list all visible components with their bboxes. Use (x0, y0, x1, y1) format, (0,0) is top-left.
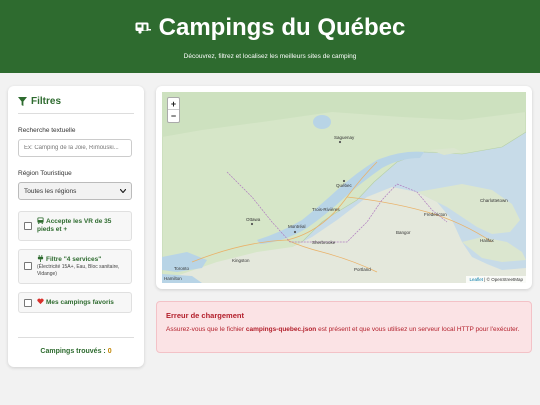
rv-option-label: Accepte les VR de 35 pieds et + (37, 218, 112, 234)
osm-attribution[interactable]: | © OpenStreetMap (484, 277, 523, 282)
error-message-prefix: Assurez-vous que le fichier (166, 326, 246, 333)
caravan-icon (135, 22, 151, 34)
city-label-toronto: Toronto (174, 266, 190, 271)
services-checkbox[interactable] (24, 262, 32, 271)
chevron-down-icon (120, 189, 126, 193)
region-label: Région Touristique (18, 170, 72, 177)
city-label-kingston: Kingston (232, 258, 250, 263)
error-file-name: campings-quebec.json (245, 326, 317, 333)
heart-icon (37, 298, 44, 304)
leaflet-link[interactable]: Leaflet (469, 277, 483, 282)
city-label-hamilton: Hamilton (164, 276, 182, 281)
rv-icon (37, 217, 44, 224)
results-count-value: 0 (107, 348, 112, 355)
zoom-out-button[interactable]: − (168, 110, 179, 122)
city-label-saguenay: Saguenay (334, 135, 355, 140)
filters-title-text: Filtres (31, 96, 62, 107)
page-title: Campings du Québec (158, 14, 406, 41)
results-count: Campings trouvés : 0 (18, 337, 134, 355)
filters-sidebar: Filtres Recherche textuelle Région Touri… (8, 86, 144, 367)
filter-4-services-option[interactable]: Filtre "4 services" (Électricité 15A+, E… (18, 248, 132, 284)
city-label-portland: Portland (354, 267, 371, 272)
services-option-detail: (Électricité 15A+, Eau, Bloc sanitaire, … (37, 264, 120, 278)
city-label-trois-rivieres: Trois-Rivières (312, 207, 340, 212)
filters-heading: Filtres (18, 96, 134, 114)
favorites-option-label-wrap: Mes campings favoris (37, 298, 114, 307)
filter-favorites-option[interactable]: Mes campings favoris (18, 291, 132, 314)
services-option-label-wrap: Filtre "4 services" (Électricité 15A+, E… (37, 254, 126, 278)
favorites-option-label: Mes campings favoris (46, 298, 114, 306)
city-label-montreal: Montréal (288, 224, 306, 229)
city-label-ottawa: Ottawa (246, 217, 261, 222)
map-card: + − Saguenay Québec Ottawa Montréal Troi… (156, 86, 532, 289)
region-selected-value: Toutes les régions (24, 187, 77, 195)
zoom-in-button[interactable]: + (168, 98, 179, 110)
zoom-control: + − (167, 97, 180, 123)
filter-rv-option[interactable]: Accepte les VR de 35 pieds et + (18, 211, 132, 241)
city-label-charlottetown: Charlottetown (480, 198, 508, 203)
filter-icon (18, 97, 27, 106)
error-message: Assurez-vous que le fichier campings-que… (166, 325, 522, 335)
header-title-row: Campings du Québec (0, 14, 540, 42)
search-label: Recherche textuelle (18, 127, 76, 134)
region-select[interactable]: Toutes les régions (18, 182, 132, 200)
city-label-quebec: Québec (336, 183, 352, 188)
error-alert: Erreur de chargement Assurez-vous que le… (156, 301, 532, 353)
error-message-suffix: est présent et que vous utilisez un serv… (316, 326, 520, 333)
favorites-checkbox[interactable] (24, 298, 32, 307)
services-option-label: Filtre "4 services" (46, 255, 102, 263)
city-label-fredericton: Fredericton (424, 212, 447, 217)
map-attribution: Leaflet | © OpenStreetMap (466, 276, 526, 283)
rv-option-label-wrap: Accepte les VR de 35 pieds et + (37, 217, 126, 235)
page-header: Campings du Québec Découvrez, filtrez et… (0, 0, 540, 73)
error-title: Erreur de chargement (166, 311, 244, 320)
plug-icon (37, 254, 44, 262)
rv-checkbox[interactable] (24, 221, 32, 230)
page-subtitle: Découvrez, filtrez et localisez les meil… (183, 53, 357, 60)
search-input[interactable] (18, 139, 132, 157)
city-label-halifax: Halifax (480, 238, 494, 243)
city-label-bangor: Bangor (396, 230, 411, 235)
map-view[interactable]: + − Saguenay Québec Ottawa Montréal Troi… (162, 92, 526, 283)
results-count-label: Campings trouvés : (40, 348, 106, 355)
city-label-sherbrooke: Sherbrooke (312, 240, 336, 245)
